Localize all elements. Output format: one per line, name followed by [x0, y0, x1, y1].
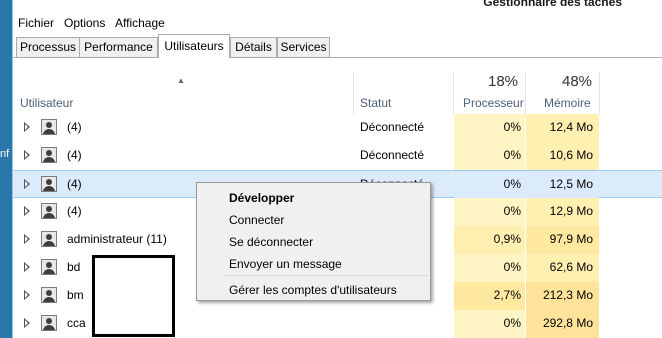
cpu-cell: 0%	[454, 171, 525, 199]
user-name: (4)	[67, 148, 82, 162]
context-item-se-deconnecter[interactable]: Se déconnecter	[229, 235, 313, 249]
user-avatar-icon	[41, 119, 57, 135]
user-name: (4)	[67, 177, 82, 191]
expand-arrow-icon[interactable]	[24, 262, 30, 272]
context-item-gerer-comptes[interactable]: Gérer les comptes d'utilisateurs	[229, 283, 397, 297]
column-separator	[525, 72, 526, 114]
table-row[interactable]: (4) Déconnecté 0% 10,6 Mo	[13, 142, 662, 170]
cpu-cell: 0%	[454, 254, 525, 282]
user-avatar-icon	[41, 147, 57, 163]
user-name: (4)	[67, 120, 82, 134]
expand-arrow-icon[interactable]	[24, 290, 30, 300]
column-separator	[353, 72, 354, 114]
column-separator	[453, 72, 454, 114]
window-title: Gestionnaire des tâches	[483, 0, 622, 9]
user-name: (4)	[67, 204, 82, 218]
tab-strip: Processus Performance Utilisateurs Détai…	[13, 34, 662, 58]
user-avatar-icon	[41, 176, 57, 192]
tab-utilisateurs[interactable]: Utilisateurs	[158, 34, 230, 58]
cpu-cell: 0%	[454, 198, 525, 226]
context-item-envoyer-message[interactable]: Envoyer un message	[229, 257, 342, 271]
memory-cell: 10,6 Mo	[526, 142, 599, 170]
cpu-cell: 2,7%	[454, 282, 525, 310]
user-avatar-icon	[41, 287, 57, 303]
context-item-connecter[interactable]: Connecter	[229, 213, 284, 227]
memory-cell: 212,3 Mo	[526, 282, 599, 310]
title-bar[interactable]: Gestionnaire des tâches	[13, 0, 662, 12]
user-avatar-icon	[41, 259, 57, 275]
expand-arrow-icon[interactable]	[24, 150, 30, 160]
context-item-developper[interactable]: Développer	[229, 191, 294, 205]
tab-details[interactable]: Détails	[230, 37, 277, 57]
memory-total-percent: 48%	[562, 73, 593, 90]
expand-arrow-icon[interactable]	[24, 234, 30, 244]
user-name: cca	[67, 316, 86, 330]
cpu-total-percent: 18%	[488, 73, 519, 90]
menu-bar: Fichier Options Affichage	[13, 12, 662, 34]
context-menu-separator	[225, 275, 428, 276]
menu-affichage[interactable]: Affichage	[115, 16, 165, 30]
memory-cell: 12,5 Mo	[526, 171, 599, 199]
column-header-status[interactable]: Statut	[360, 96, 391, 110]
user-status: Déconnecté	[360, 120, 425, 134]
memory-cell: 12,9 Mo	[526, 198, 599, 226]
user-name: administrateur (11)	[67, 232, 167, 246]
table-row[interactable]: (4) Déconnecté 0% 12,4 Mo	[13, 114, 662, 142]
expand-arrow-icon[interactable]	[24, 122, 30, 132]
column-header-memory[interactable]: Mémoire	[544, 96, 591, 110]
tab-processus[interactable]: Processus	[16, 37, 80, 57]
redaction-box	[92, 255, 175, 337]
menu-fichier[interactable]: Fichier	[18, 16, 54, 30]
column-separator	[599, 72, 600, 114]
expand-arrow-icon[interactable]	[24, 318, 30, 328]
user-avatar-icon	[41, 231, 57, 247]
expand-arrow-icon[interactable]	[24, 206, 30, 216]
context-menu: Développer Connecter Se déconnecter Envo…	[196, 182, 431, 301]
memory-cell: 62,6 Mo	[526, 254, 599, 282]
memory-cell: 12,4 Mo	[526, 114, 599, 142]
cpu-cell: 0,9%	[454, 226, 525, 254]
column-header-cpu[interactable]: Processeur	[463, 96, 524, 110]
user-name: bd	[67, 260, 81, 274]
tab-performance[interactable]: Performance	[79, 37, 158, 57]
memory-cell: 292,8 Mo	[526, 310, 599, 338]
sort-ascending-icon[interactable]: ▲	[177, 76, 185, 85]
menu-options[interactable]: Options	[64, 16, 105, 30]
desktop-text-fragment: nf	[0, 148, 10, 160]
cpu-cell: 0%	[454, 142, 525, 170]
desktop-background	[0, 0, 12, 338]
memory-cell: 97,9 Mo	[526, 226, 599, 254]
tab-services[interactable]: Services	[277, 37, 330, 57]
user-avatar-icon	[41, 315, 57, 331]
user-status: Déconnecté	[360, 148, 425, 162]
user-name: bm	[67, 288, 84, 302]
expand-arrow-icon[interactable]	[24, 179, 30, 189]
user-avatar-icon	[41, 203, 57, 219]
cpu-cell: 0%	[454, 114, 525, 142]
column-header-user[interactable]: Utilisateur	[20, 96, 73, 110]
cpu-cell: 0%	[454, 310, 525, 338]
